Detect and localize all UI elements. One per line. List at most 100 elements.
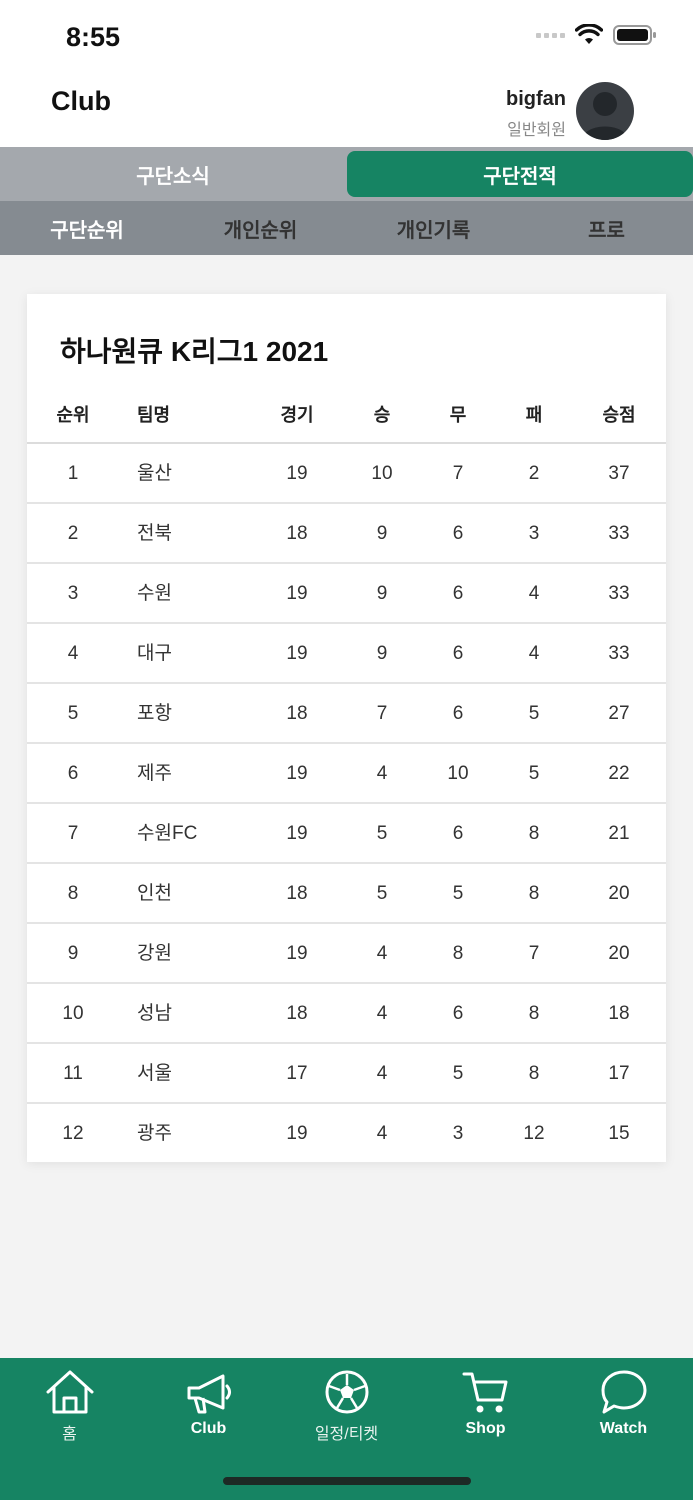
signal-icon (536, 32, 565, 38)
cell-losses: 5 (528, 703, 540, 724)
soccer-ball-icon (325, 1370, 368, 1414)
cell-losses: 5 (528, 763, 540, 784)
cell-games: 19 (286, 943, 308, 964)
cell-games: 19 (286, 583, 308, 604)
table-row[interactable]: 10 성남 18 4 6 8 18 (27, 984, 666, 1044)
tab-club-record[interactable]: 구단전적 (347, 151, 693, 197)
cell-wins: 5 (376, 823, 388, 844)
megaphone-icon (187, 1374, 231, 1414)
cell-games: 18 (286, 883, 308, 904)
standings-title: 하나원큐 K리그1 2021 (60, 336, 329, 367)
user-name[interactable]: bigfan (506, 88, 566, 111)
table-row[interactable]: 1 울산 19 10 7 2 37 (27, 444, 666, 504)
avatar[interactable] (576, 82, 634, 140)
cell-wins: 10 (371, 463, 393, 484)
page-title: Club (51, 86, 111, 116)
battery-icon (613, 25, 656, 45)
cell-points: 33 (608, 523, 630, 544)
cell-losses: 2 (528, 463, 540, 484)
cell-wins: 9 (376, 583, 388, 604)
table-row[interactable]: 9 강원 19 4 8 7 20 (27, 924, 666, 984)
cell-wins: 4 (376, 943, 388, 964)
tab-club-news[interactable]: 구단소식 (0, 151, 346, 197)
main-tabs: 구단소식 구단전적 (0, 147, 693, 201)
cell-losses: 8 (528, 1003, 540, 1024)
column-header-draws: 무 (449, 405, 467, 425)
table-header: 순위 팀명 경기 승 무 패 승점 (27, 386, 666, 444)
table-row[interactable]: 12 광주 19 4 3 12 15 (27, 1104, 666, 1164)
cell-team: 울산 (137, 463, 172, 484)
cell-losses: 4 (528, 583, 540, 604)
cell-games: 19 (286, 1123, 308, 1144)
cell-draws: 6 (452, 583, 464, 604)
cell-team: 인천 (137, 883, 172, 904)
cell-rank: 4 (67, 643, 79, 664)
cell-draws: 3 (452, 1123, 464, 1144)
cell-rank: 11 (63, 1063, 83, 1084)
cell-games: 19 (286, 643, 308, 664)
cell-losses: 3 (528, 523, 540, 544)
cell-points: 22 (608, 763, 630, 784)
cell-rank: 9 (67, 943, 79, 964)
cell-wins: 4 (376, 763, 388, 784)
cell-wins: 9 (376, 643, 388, 664)
subtab-player-records[interactable]: 개인기록 (347, 201, 520, 255)
nav-shop[interactable]: Shop (416, 1368, 555, 1448)
cell-games: 19 (286, 463, 308, 484)
nav-home-label: 홈 (62, 1426, 77, 1443)
column-header-team: 팀명 (137, 405, 171, 425)
cell-draws: 8 (452, 943, 464, 964)
nav-home[interactable]: 홈 (0, 1368, 139, 1448)
table-row[interactable]: 4 대구 19 9 6 4 33 (27, 624, 666, 684)
cell-wins: 5 (376, 883, 388, 904)
cell-team: 제주 (137, 763, 172, 784)
nav-schedule-tickets[interactable]: 일정/티켓 (277, 1368, 416, 1448)
home-icon (46, 1370, 93, 1414)
cell-points: 20 (608, 883, 630, 904)
cell-points: 33 (608, 583, 630, 604)
table-row[interactable]: 2 전북 18 9 6 3 33 (27, 504, 666, 564)
subtab-profile[interactable]: 프로 (520, 201, 693, 255)
cell-draws: 5 (452, 883, 464, 904)
subtab-player-ranking[interactable]: 개인순위 (174, 201, 347, 255)
cell-points: 37 (608, 463, 630, 484)
status-bar: 8:55 (0, 0, 693, 76)
sub-tabs: 구단순위 개인순위 개인기록 프로 (0, 201, 693, 255)
column-header-rank: 순위 (56, 405, 90, 425)
nav-shop-label: Shop (465, 1420, 506, 1437)
nav-watch-label: Watch (599, 1420, 648, 1437)
cell-points: 17 (608, 1063, 630, 1084)
nav-club[interactable]: Club (139, 1368, 278, 1448)
table-row[interactable]: 7 수원FC 19 5 6 8 21 (27, 804, 666, 864)
subtab-team-ranking[interactable]: 구단순위 (0, 201, 174, 255)
cell-rank: 6 (67, 763, 79, 784)
wifi-icon (575, 24, 603, 44)
table-row[interactable]: 5 포항 18 7 6 5 27 (27, 684, 666, 744)
cell-team: 수원FC (137, 823, 198, 844)
cell-games: 17 (286, 1063, 308, 1084)
cell-draws: 6 (452, 823, 464, 844)
cell-team: 서울 (137, 1063, 172, 1084)
table-row[interactable]: 8 인천 18 5 5 8 20 (27, 864, 666, 924)
cell-losses: 7 (528, 943, 540, 964)
user-role: 일반회원 (507, 122, 566, 139)
cell-points: 27 (608, 703, 630, 724)
cell-team: 수원 (137, 583, 172, 604)
table-row[interactable]: 6 제주 19 4 10 5 22 (27, 744, 666, 804)
cell-losses: 8 (528, 823, 540, 844)
standings-card: 하나원큐 K리그1 2021 순위 팀명 경기 승 무 패 승점 1 울산 19… (27, 294, 666, 1162)
cell-games: 18 (286, 523, 308, 544)
table-row[interactable]: 3 수원 19 9 6 4 33 (27, 564, 666, 624)
cell-draws: 6 (452, 643, 464, 664)
nav-club-label: Club (190, 1420, 227, 1437)
nav-watch[interactable]: Watch (554, 1368, 693, 1448)
cell-rank: 5 (67, 703, 79, 724)
cell-team: 강원 (137, 943, 172, 964)
cell-team: 광주 (137, 1123, 172, 1144)
cell-rank: 10 (62, 1003, 84, 1024)
status-time: 8:55 (66, 22, 121, 52)
user-silhouette-icon (582, 92, 628, 140)
table-row[interactable]: 11 서울 17 4 5 8 17 (27, 1044, 666, 1104)
status-icons (536, 24, 657, 46)
column-header-wins: 승 (373, 405, 391, 425)
